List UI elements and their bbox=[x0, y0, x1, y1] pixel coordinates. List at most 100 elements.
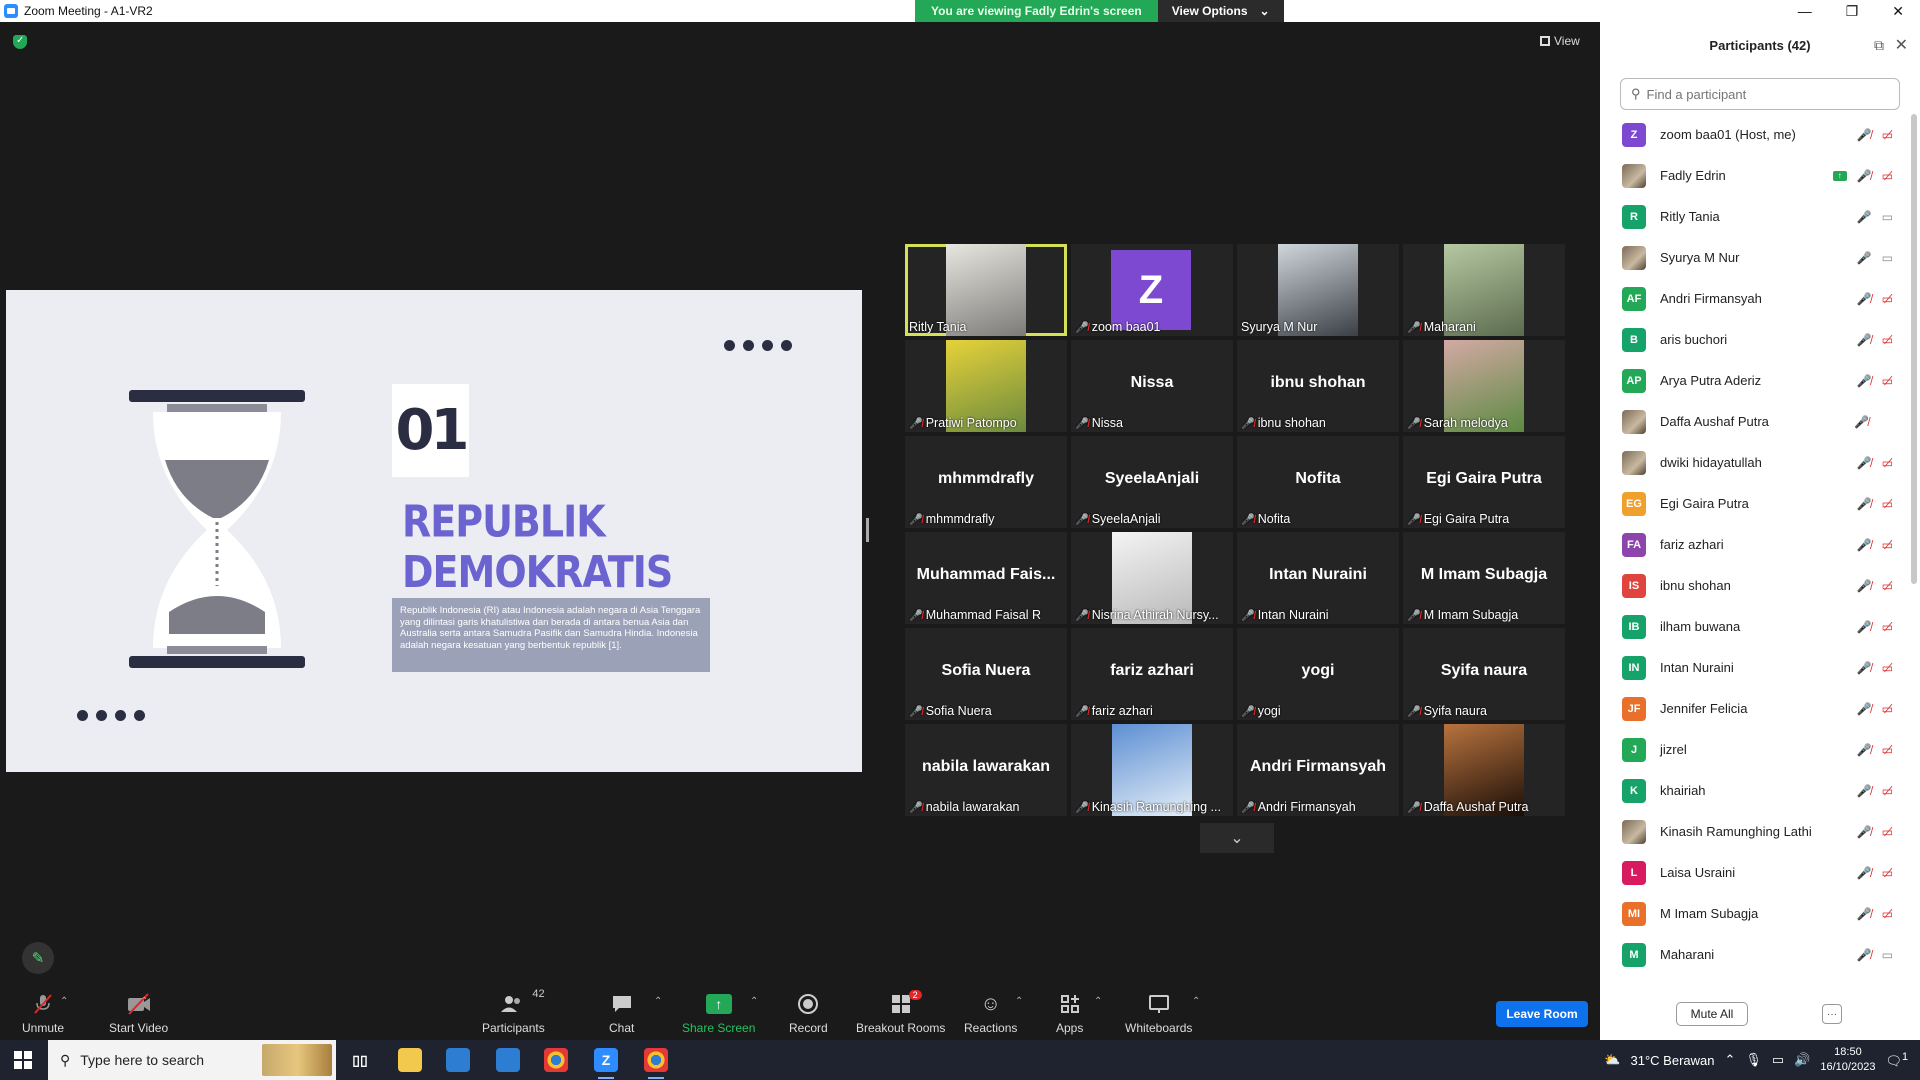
video-tile[interactable]: Nofita 🎤̸ Nofita bbox=[1237, 436, 1399, 528]
mic-muted-icon[interactable]: 🎤̸ bbox=[1857, 374, 1872, 388]
video-tile[interactable]: SyeelaAnjali 🎤̸ SyeelaAnjali bbox=[1071, 436, 1233, 528]
file-explorer-icon[interactable] bbox=[398, 1048, 422, 1072]
mic-muted-icon[interactable]: 🎤̸ bbox=[1857, 825, 1872, 839]
video-tile[interactable]: Andri Firmansyah 🎤̸ Andri Firmansyah bbox=[1237, 724, 1399, 816]
notification-icon[interactable]: 🗨1 bbox=[1885, 1051, 1908, 1069]
participant-row[interactable]: AP Arya Putra Aderiz 🎤̸ ▭̸ bbox=[1600, 360, 1905, 401]
weather-text[interactable]: 31°C Berawan bbox=[1631, 1053, 1715, 1068]
mic-muted-icon[interactable]: 🎤̸ bbox=[1857, 579, 1872, 593]
video-tile[interactable]: 🎤̸ Kinasih Ramunghing ... bbox=[1071, 724, 1233, 816]
video-tile[interactable]: fariz azhari 🎤̸ fariz azhari bbox=[1071, 628, 1233, 720]
video-camera-icon[interactable]: ▭ bbox=[1882, 210, 1893, 224]
video-tile[interactable]: 🎤̸ Daffa Aushaf Putra bbox=[1403, 724, 1565, 816]
participant-row[interactable]: L Laisa Usraini 🎤̸ ▭̸ bbox=[1600, 852, 1905, 893]
video-tile[interactable]: Syifa naura 🎤̸ Syifa naura bbox=[1403, 628, 1565, 720]
mic-muted-icon[interactable]: 🎤̸ bbox=[1857, 784, 1872, 798]
mic-muted-icon[interactable]: 🎤̸ bbox=[1857, 907, 1872, 921]
close-icon[interactable]: ✕ bbox=[1895, 35, 1908, 55]
apps-button[interactable]: Apps bbox=[1056, 992, 1083, 1035]
video-off-icon[interactable]: ▭̸ bbox=[1882, 456, 1893, 470]
video-tile[interactable]: Egi Gaira Putra 🎤̸ Egi Gaira Putra bbox=[1403, 436, 1565, 528]
chat-button[interactable]: Chat bbox=[609, 992, 634, 1035]
participant-row[interactable]: EG Egi Gaira Putra 🎤̸ ▭̸ bbox=[1600, 483, 1905, 524]
chat-options-caret[interactable]: ⌃ bbox=[654, 996, 662, 1007]
restore-button[interactable]: ❐ bbox=[1846, 3, 1859, 20]
close-window-button[interactable]: ✕ bbox=[1892, 3, 1904, 20]
share-options-caret[interactable]: ⌃ bbox=[750, 996, 758, 1007]
video-tile[interactable]: M Imam Subagja 🎤̸ M Imam Subagja bbox=[1403, 532, 1565, 624]
participant-row[interactable]: FA fariz azhari 🎤̸ ▭̸ bbox=[1600, 524, 1905, 565]
participant-row[interactable]: Fadly Edrin ↑ 🎤̸ ▭̸ bbox=[1600, 155, 1905, 196]
microsoft-store-icon[interactable] bbox=[446, 1048, 470, 1072]
video-off-icon[interactable]: ▭̸ bbox=[1882, 743, 1893, 757]
video-off-icon[interactable]: ▭̸ bbox=[1882, 333, 1893, 347]
pop-out-icon[interactable]: ⧉ bbox=[1874, 37, 1884, 54]
chevron-up-icon[interactable]: ⌃ bbox=[1724, 1052, 1735, 1068]
mic-muted-icon[interactable]: 🎤̸ bbox=[1857, 333, 1872, 347]
participant-row[interactable]: R Ritly Tania 🎤 ▭ bbox=[1600, 196, 1905, 237]
video-off-icon[interactable]: ▭̸ bbox=[1882, 907, 1893, 921]
scrollbar[interactable] bbox=[1911, 114, 1917, 584]
participant-row[interactable]: AF Andri Firmansyah 🎤̸ ▭̸ bbox=[1600, 278, 1905, 319]
video-camera-icon[interactable]: ▭ bbox=[1882, 948, 1893, 962]
share-screen-button[interactable]: ↑ Share Screen bbox=[682, 992, 755, 1035]
video-off-icon[interactable]: ▭̸ bbox=[1882, 128, 1893, 142]
video-off-icon[interactable]: ▭̸ bbox=[1882, 784, 1893, 798]
participant-row[interactable]: IB ilham buwana 🎤̸ ▭̸ bbox=[1600, 606, 1905, 647]
mic-muted-icon[interactable]: 🎤̸ bbox=[1857, 620, 1872, 634]
video-tile[interactable]: 🎤̸ Sarah melodya bbox=[1403, 340, 1565, 432]
video-tile[interactable]: Ritly Tania bbox=[905, 244, 1067, 336]
mail-icon[interactable] bbox=[496, 1048, 520, 1072]
microphone-icon[interactable]: 🎤 bbox=[1857, 210, 1872, 224]
minimize-button[interactable]: — bbox=[1798, 3, 1812, 19]
search-input[interactable] bbox=[1646, 86, 1887, 102]
gallery-next-page-button[interactable]: ⌄ bbox=[1200, 823, 1274, 853]
video-off-icon[interactable]: ▭̸ bbox=[1882, 169, 1893, 183]
windows-start-icon[interactable] bbox=[14, 1051, 32, 1069]
video-off-icon[interactable]: ▭̸ bbox=[1882, 620, 1893, 634]
mic-muted-icon[interactable]: 🎤̸ bbox=[1857, 538, 1872, 552]
video-off-icon[interactable]: ▭̸ bbox=[1882, 579, 1893, 593]
participant-row[interactable]: Jjizrel 🎤̸ ▭̸ bbox=[1600, 729, 1905, 770]
mic-muted-icon[interactable]: 🎤̸ bbox=[1857, 702, 1872, 716]
video-off-icon[interactable]: ▭̸ bbox=[1882, 374, 1893, 388]
participant-row[interactable]: Zzoom baa01 (Host, me) 🎤̸ ▭̸ bbox=[1600, 114, 1905, 155]
security-shield-icon[interactable] bbox=[13, 35, 27, 49]
video-off-icon[interactable]: ▭̸ bbox=[1882, 661, 1893, 675]
mic-muted-icon[interactable]: 🎤̸ bbox=[1857, 456, 1872, 470]
participants-button[interactable]: 42 Participants bbox=[482, 988, 545, 1035]
volume-icon[interactable]: 🔊 bbox=[1794, 1052, 1810, 1068]
microphone-icon[interactable]: 🎤 bbox=[1857, 251, 1872, 265]
mic-muted-icon[interactable]: 🎤̸ bbox=[1857, 743, 1872, 757]
start-video-button[interactable]: Start Video bbox=[109, 992, 168, 1035]
video-tile[interactable]: 🎤̸ Pratiwi Patompo bbox=[905, 340, 1067, 432]
participant-row[interactable]: Kinasih Ramunghing Lathi 🎤̸ ▭̸ bbox=[1600, 811, 1905, 852]
video-off-icon[interactable]: ▭̸ bbox=[1882, 292, 1893, 306]
whiteboards-options-caret[interactable]: ⌃ bbox=[1192, 996, 1200, 1007]
split-view-handle[interactable] bbox=[866, 518, 869, 542]
participant-row[interactable]: MI M Imam Subagja 🎤̸ ▭̸ bbox=[1600, 893, 1905, 934]
taskbar-search[interactable]: ⚲ Type here to search bbox=[48, 1040, 336, 1080]
video-tile[interactable]: ibnu shohan 🎤̸ ibnu shohan bbox=[1237, 340, 1399, 432]
participant-row[interactable]: dwiki hidayatullah 🎤̸ ▭̸ bbox=[1600, 442, 1905, 483]
record-button[interactable]: Record bbox=[789, 992, 828, 1035]
clock[interactable]: 18:50 16/10/2023 bbox=[1820, 1045, 1875, 1075]
video-camera-icon[interactable]: ▭ bbox=[1882, 251, 1893, 265]
apps-options-caret[interactable]: ⌃ bbox=[1094, 996, 1102, 1007]
mic-muted-icon[interactable]: 🎤̸ bbox=[1857, 292, 1872, 306]
reactions-options-caret[interactable]: ⌃ bbox=[1015, 996, 1023, 1007]
video-tile[interactable]: Syurya M Nur bbox=[1237, 244, 1399, 336]
video-off-icon[interactable]: ▭̸ bbox=[1882, 497, 1893, 511]
mic-muted-icon[interactable]: 🎤̸ bbox=[1857, 128, 1872, 142]
chrome-profile-icon[interactable] bbox=[644, 1048, 668, 1079]
participant-search[interactable]: ⚲ bbox=[1620, 78, 1900, 110]
video-tile[interactable]: Muhammad Fais... 🎤̸ Muhammad Faisal R bbox=[905, 532, 1067, 624]
breakout-rooms-button[interactable]: 2 Breakout Rooms bbox=[856, 990, 945, 1035]
network-icon[interactable]: ▭ bbox=[1772, 1052, 1784, 1068]
leave-room-button[interactable]: Leave Room bbox=[1496, 1001, 1588, 1027]
video-tile[interactable]: mhmmdrafly 🎤̸ mhmmdrafly bbox=[905, 436, 1067, 528]
audio-options-caret[interactable]: ⌃ bbox=[60, 996, 68, 1007]
more-options-button[interactable]: ··· bbox=[1822, 1004, 1842, 1024]
video-tile[interactable]: 🎤̸ Nisrina Athirah Nursy... bbox=[1071, 532, 1233, 624]
mic-muted-icon[interactable]: 🎤̸ bbox=[1857, 169, 1872, 183]
